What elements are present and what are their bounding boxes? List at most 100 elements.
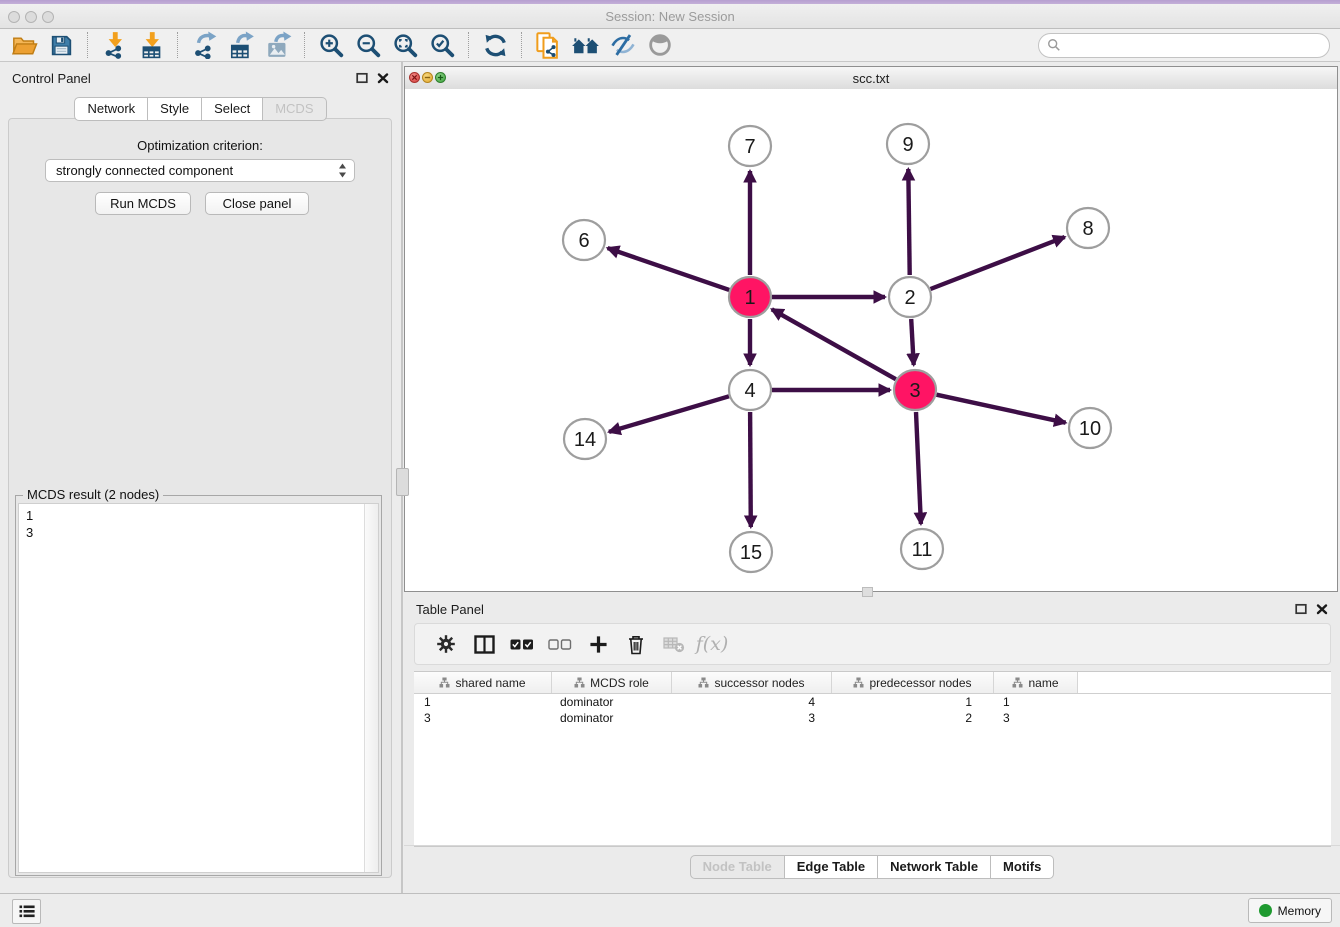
tab-style[interactable]: Style <box>148 97 202 121</box>
cell-predecessor-nodes[interactable]: 1 <box>832 695 994 709</box>
node-table[interactable]: shared name MCDS role successor nodes prede… <box>414 671 1331 847</box>
task-history-button[interactable] <box>12 899 41 924</box>
edge-3-11[interactable] <box>916 412 921 524</box>
toolbar-separator <box>87 32 89 58</box>
column-header-shared-name[interactable]: shared name <box>414 672 552 693</box>
column-header-predecessor-nodes[interactable]: predecessor nodes <box>832 672 994 693</box>
run-mcds-button[interactable]: Run MCDS <box>95 192 191 215</box>
table-toolbar: f(x) <box>414 623 1331 665</box>
save-session-button[interactable] <box>43 30 80 60</box>
delete-column-button[interactable] <box>617 627 655 661</box>
create-column-button[interactable] <box>579 627 617 661</box>
open-folder-button[interactable] <box>6 30 43 60</box>
tab-network[interactable]: Network <box>74 97 148 121</box>
cell-shared-name[interactable]: 1 <box>414 695 552 709</box>
vertical-splitter-handle[interactable] <box>396 468 409 496</box>
list-icon <box>19 905 35 918</box>
birdseye-button[interactable] <box>641 30 678 60</box>
result-scrollbar[interactable] <box>364 504 378 872</box>
column-type-icon <box>698 677 709 688</box>
trash-icon <box>626 634 646 655</box>
tab-mcds[interactable]: MCDS <box>263 97 326 121</box>
export-table-button[interactable] <box>223 30 260 60</box>
edge-1-6[interactable] <box>608 248 730 290</box>
cell-shared-name[interactable]: 3 <box>414 711 552 725</box>
mcds-result-textarea[interactable]: 13 <box>18 503 379 873</box>
network-canvas[interactable]: 7968124314101511 <box>405 89 1337 591</box>
node-label-10: 10 <box>1079 418 1101 440</box>
window-titlebar: Session: New Session <box>0 4 1340 29</box>
cell-name[interactable]: 3 <box>994 711 1078 725</box>
zoom-fit-button[interactable] <box>387 30 424 60</box>
export-image-button[interactable] <box>260 30 297 60</box>
zoom-in-icon <box>318 32 345 59</box>
plus-icon <box>589 635 608 654</box>
cell-MCDS-role[interactable]: dominator <box>552 695 672 709</box>
clone-network-button[interactable] <box>530 30 567 60</box>
cell-name[interactable]: 1 <box>994 695 1078 709</box>
criterion-value: strongly connected component <box>56 163 233 178</box>
node-label-6: 6 <box>578 230 589 252</box>
edge-2-3[interactable] <box>911 319 914 365</box>
unselect-all-columns-button[interactable] <box>541 627 579 661</box>
float-panel-icon[interactable] <box>356 72 368 84</box>
tab-select[interactable]: Select <box>202 97 263 121</box>
table-tab-edge-table[interactable]: Edge Table <box>785 855 878 879</box>
cell-successor-nodes[interactable]: 3 <box>672 711 832 725</box>
hide-details-button[interactable] <box>604 30 641 60</box>
import-network-button[interactable] <box>96 30 133 60</box>
export-network-button[interactable] <box>186 30 223 60</box>
network-window-titlebar[interactable]: scc.txt <box>405 67 1337 90</box>
column-header-label: MCDS role <box>590 676 649 690</box>
column-type-icon <box>853 677 864 688</box>
table-tab-motifs[interactable]: Motifs <box>991 855 1054 879</box>
export-network-icon <box>191 31 219 59</box>
mcds-result-title: MCDS result (2 nodes) <box>23 487 163 502</box>
cell-successor-nodes[interactable]: 4 <box>672 695 832 709</box>
node-label-9: 9 <box>902 134 913 156</box>
close-panel-icon[interactable] <box>1316 603 1328 615</box>
toolbar-separator <box>177 32 179 58</box>
search-field[interactable] <box>1038 33 1330 58</box>
table-tab-network-table[interactable]: Network Table <box>878 855 991 879</box>
close-panel-icon[interactable] <box>377 72 389 84</box>
refresh-button[interactable] <box>477 30 514 60</box>
table-row[interactable]: 1dominator411 <box>414 694 1331 710</box>
column-header-successor-nodes[interactable]: successor nodes <box>672 672 832 693</box>
edge-3-10[interactable] <box>937 395 1066 423</box>
neighbors-button[interactable] <box>567 30 604 60</box>
close-panel-button[interactable]: Close panel <box>205 192 309 215</box>
table-header-row: shared name MCDS role successor nodes prede… <box>414 672 1331 694</box>
zoom-selected-button[interactable] <box>424 30 461 60</box>
zoom-in-button[interactable] <box>313 30 350 60</box>
zoom-out-button[interactable] <box>350 30 387 60</box>
node-label-3: 3 <box>909 380 920 402</box>
delete-table-button[interactable] <box>655 627 693 661</box>
column-header-MCDS-role[interactable]: MCDS role <box>552 672 672 693</box>
column-header-label: successor nodes <box>714 676 804 690</box>
edge-2-9[interactable] <box>908 169 909 275</box>
criterion-dropdown[interactable]: strongly connected component <box>45 159 355 182</box>
select-all-columns-button[interactable] <box>503 627 541 661</box>
edge-4-14[interactable] <box>609 396 729 432</box>
horizontal-splitter-handle[interactable] <box>862 587 873 597</box>
float-panel-icon[interactable] <box>1295 603 1307 615</box>
edge-4-15[interactable] <box>750 412 751 527</box>
table-settings-button[interactable] <box>427 627 465 661</box>
cell-predecessor-nodes[interactable]: 2 <box>832 711 994 725</box>
function-builder-button[interactable]: f(x) <box>693 627 731 661</box>
mcds-panel: Optimization criterion: strongly connect… <box>8 118 392 878</box>
cell-MCDS-role[interactable]: dominator <box>552 711 672 725</box>
import-table-button[interactable] <box>133 30 170 60</box>
memory-button[interactable]: Memory <box>1248 898 1332 923</box>
edge-2-8[interactable] <box>931 237 1065 289</box>
column-type-icon <box>574 677 585 688</box>
search-input[interactable] <box>1066 37 1329 54</box>
node-label-14: 14 <box>574 429 596 451</box>
edge-3-1[interactable] <box>772 309 896 379</box>
table-row[interactable]: 3dominator323 <box>414 710 1331 726</box>
table-tab-node-table[interactable]: Node Table <box>690 855 785 879</box>
show-column-panel-button[interactable] <box>465 627 503 661</box>
column-header-name[interactable]: name <box>994 672 1078 693</box>
column-header-filler <box>1078 672 1331 693</box>
